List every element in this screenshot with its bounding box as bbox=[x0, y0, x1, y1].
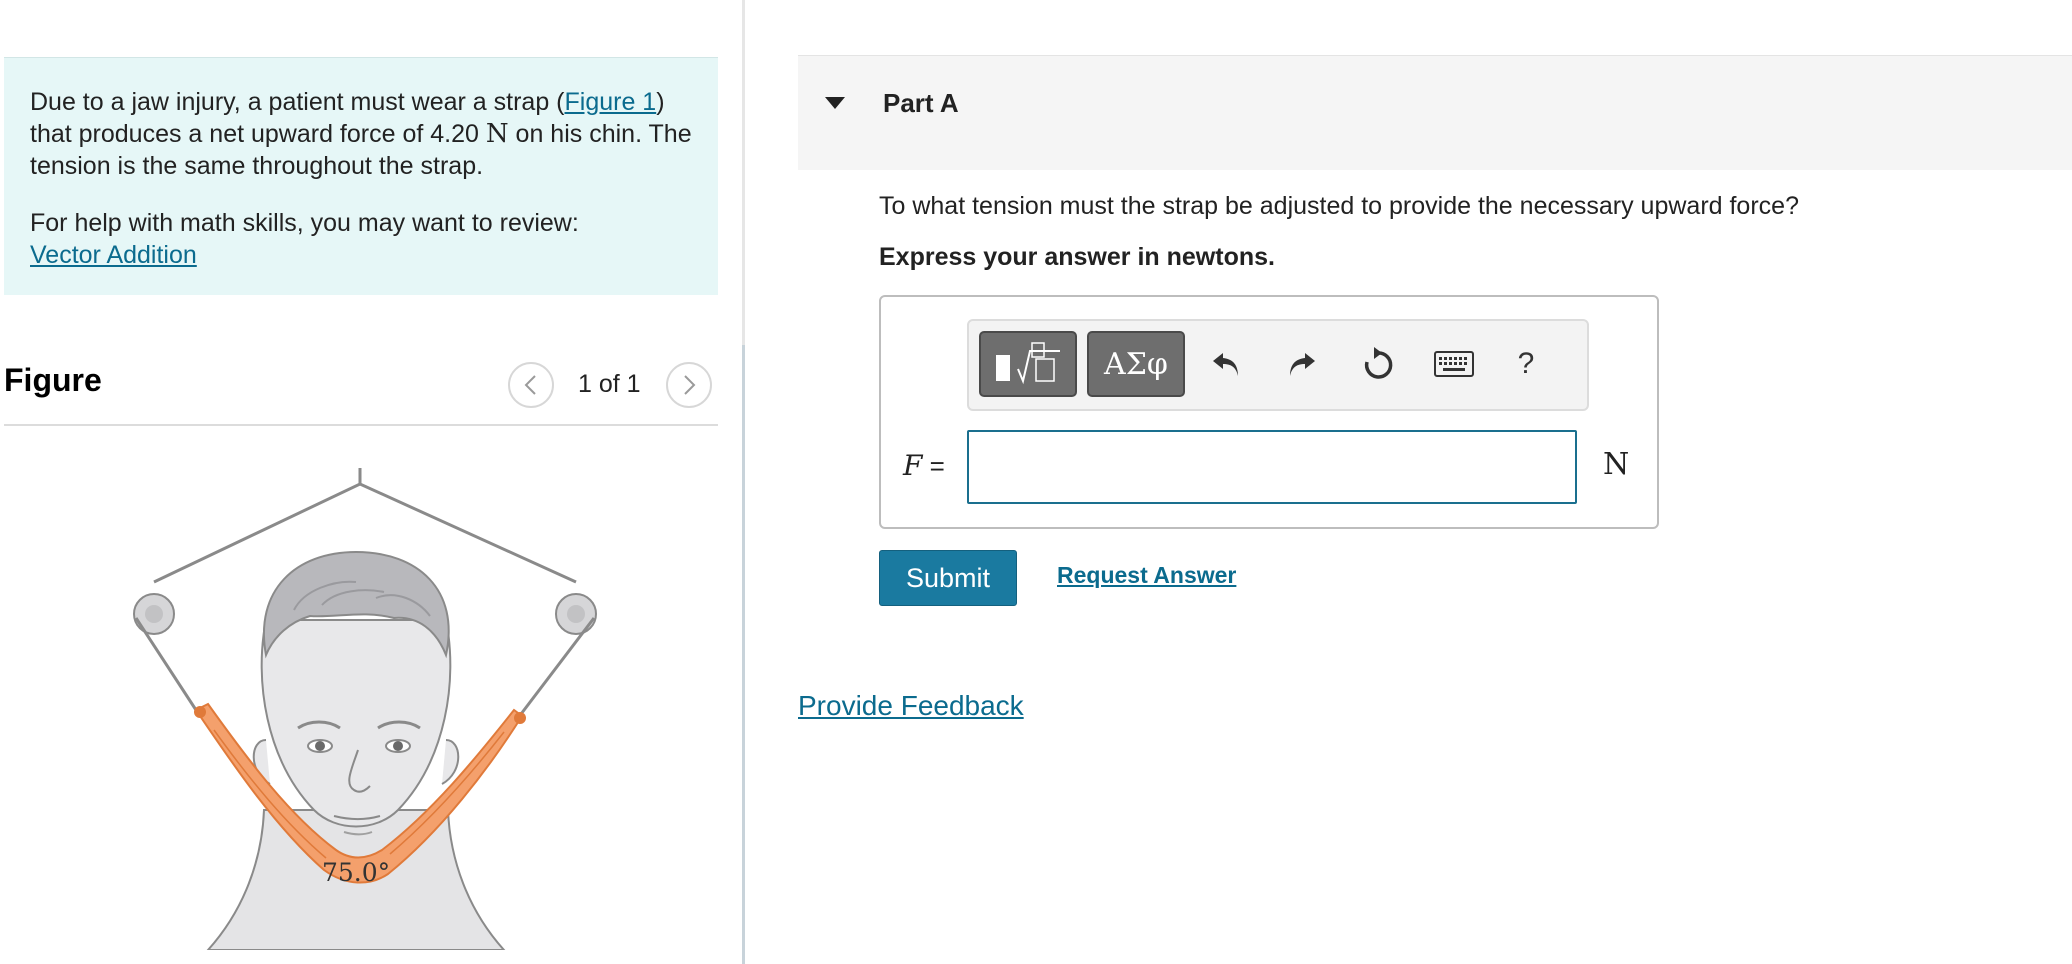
figure-link[interactable]: Figure 1 bbox=[565, 88, 657, 116]
force-unit: N bbox=[485, 119, 509, 149]
help-button[interactable]: ? bbox=[1501, 339, 1551, 389]
chevron-right-icon bbox=[684, 375, 696, 395]
problem-panel: Due to a jaw injury, a patient must wear… bbox=[0, 0, 742, 964]
part-a-header[interactable]: Part A bbox=[798, 55, 2072, 170]
next-figure-button[interactable] bbox=[666, 362, 712, 408]
answer-instruction: Express your answer in newtons. bbox=[879, 243, 1275, 271]
variable-symbol: F bbox=[903, 449, 923, 482]
keyboard-icon bbox=[1434, 351, 1474, 377]
angle-label: 75.0° bbox=[322, 858, 391, 887]
equals-sign: = bbox=[929, 451, 945, 481]
undo-button[interactable] bbox=[1201, 339, 1251, 389]
variable-label: F = bbox=[903, 449, 945, 482]
templates-icon bbox=[996, 342, 1060, 385]
request-answer-link[interactable]: Request Answer bbox=[1057, 562, 1236, 589]
question-text: To what tension must the strap be adjust… bbox=[879, 192, 1799, 220]
help-text: For help with math skills, you may want … bbox=[30, 209, 579, 237]
keyboard-button[interactable] bbox=[1429, 339, 1479, 389]
previous-figure-button[interactable] bbox=[508, 362, 554, 408]
answer-panel: ΑΣφ ? F = N bbox=[879, 295, 1659, 529]
templates-button[interactable] bbox=[979, 331, 1077, 397]
unit-label: N bbox=[1603, 447, 1630, 482]
reset-icon bbox=[1364, 347, 1393, 379]
column-divider[interactable] bbox=[742, 0, 745, 964]
answer-input[interactable] bbox=[967, 430, 1577, 504]
page-indicator: 1 of 1 bbox=[578, 370, 641, 398]
math-toolbar: ΑΣφ ? bbox=[967, 319, 1589, 411]
redo-icon bbox=[1290, 353, 1315, 376]
figure-header: Figure 1 of 1 bbox=[4, 340, 718, 426]
reset-button[interactable] bbox=[1353, 339, 1403, 389]
problem-text: Due to a jaw injury, a patient must wear… bbox=[30, 86, 692, 182]
chevron-left-icon bbox=[524, 375, 536, 395]
problem-statement: Due to a jaw injury, a patient must wear… bbox=[4, 57, 718, 295]
provide-feedback-link[interactable]: Provide Feedback bbox=[798, 690, 1024, 722]
greek-symbols-button[interactable]: ΑΣφ bbox=[1087, 331, 1185, 397]
redo-button[interactable] bbox=[1277, 339, 1327, 389]
part-title: Part A bbox=[883, 88, 959, 118]
caret-down-icon[interactable] bbox=[824, 96, 846, 110]
scrollbar-thumb[interactable] bbox=[742, 345, 745, 964]
vector-addition-link[interactable]: Vector Addition bbox=[30, 241, 197, 269]
figure-title: Figure bbox=[4, 362, 102, 398]
help-paragraph: For help with math skills, you may want … bbox=[30, 207, 692, 271]
problem-text-start: Due to a jaw injury, a patient must wear… bbox=[30, 88, 565, 116]
submit-button[interactable]: Submit bbox=[879, 550, 1017, 606]
undo-icon bbox=[1213, 353, 1238, 376]
